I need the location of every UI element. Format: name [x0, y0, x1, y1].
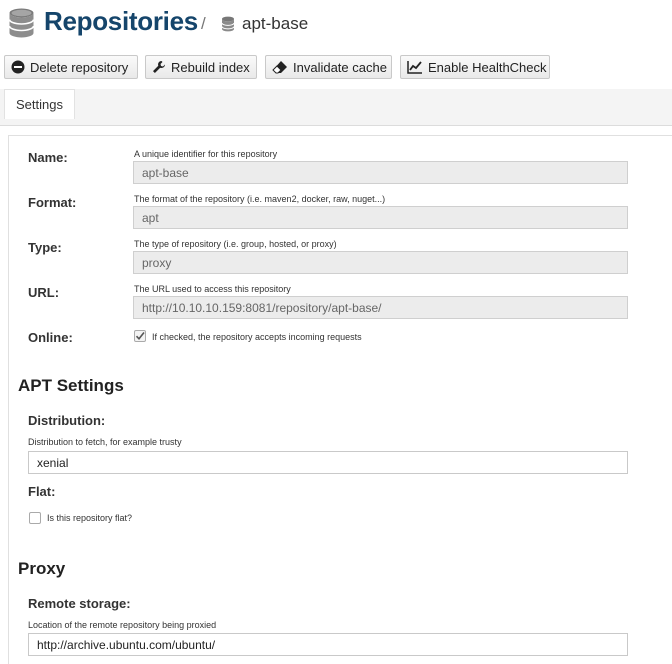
invalidate-cache-label: Invalidate cache	[293, 59, 387, 75]
rebuild-index-label: Rebuild index	[171, 59, 250, 75]
minus-circle-icon	[11, 60, 25, 74]
format-help: The format of the repository (i.e. maven…	[134, 194, 386, 204]
distribution-label: Distribution:	[28, 413, 106, 428]
remote-storage-label: Remote storage:	[28, 596, 131, 611]
breadcrumb-current: apt-base	[242, 14, 309, 33]
distribution-help: Distribution to fetch, for example trust…	[28, 437, 182, 447]
name-help: A unique identifier for this repository	[134, 149, 278, 159]
delete-repository-label: Delete repository	[30, 59, 129, 75]
distribution-input[interactable]: xenial	[28, 451, 628, 474]
remote-storage-help: Location of the remote repository being …	[28, 620, 217, 630]
proxy-heading: Proxy	[18, 559, 66, 578]
online-checkbox[interactable]	[134, 330, 146, 342]
flat-checkbox[interactable]	[29, 512, 41, 524]
tab-bar: Settings	[0, 89, 672, 126]
flat-label: Flat:	[28, 484, 56, 499]
url-label: URL:	[28, 285, 60, 300]
name-field[interactable]: apt-base	[133, 161, 628, 184]
flat-help: Is this repository flat?	[47, 513, 133, 523]
checkmark-icon	[135, 332, 145, 341]
tab-settings[interactable]: Settings	[4, 89, 75, 119]
database-icon	[8, 8, 35, 38]
type-help: The type of repository (i.e. group, host…	[134, 239, 337, 249]
online-label: Online:	[28, 330, 73, 345]
enable-healthcheck-label: Enable HealthCheck	[428, 59, 547, 75]
name-label: Name:	[28, 150, 68, 165]
breadcrumb-separator: /	[201, 14, 206, 33]
line-chart-icon	[407, 61, 422, 74]
online-help: If checked, the repository accepts incom…	[152, 332, 362, 342]
url-field[interactable]: http://10.10.10.159:8081/repository/apt-…	[133, 296, 628, 319]
remote-storage-input[interactable]: http://archive.ubuntu.com/ubuntu/	[28, 633, 628, 656]
format-field[interactable]: apt	[133, 206, 628, 229]
delete-repository-button[interactable]: Delete repository	[4, 55, 138, 79]
breadcrumb: Repositories / apt-base	[0, 0, 672, 48]
wrench-icon	[153, 61, 165, 73]
eraser-icon	[272, 61, 287, 74]
url-help: The URL used to access this repository	[134, 284, 291, 294]
rebuild-index-button[interactable]: Rebuild index	[145, 55, 257, 79]
small-database-icon	[221, 16, 235, 32]
format-label: Format:	[28, 195, 77, 210]
enable-healthcheck-button[interactable]: Enable HealthCheck	[400, 55, 550, 79]
apt-settings-heading: APT Settings	[18, 376, 124, 395]
type-label: Type:	[28, 240, 62, 255]
page-title[interactable]: Repositories	[44, 6, 198, 37]
type-field[interactable]: proxy	[133, 251, 628, 274]
invalidate-cache-button[interactable]: Invalidate cache	[265, 55, 392, 79]
